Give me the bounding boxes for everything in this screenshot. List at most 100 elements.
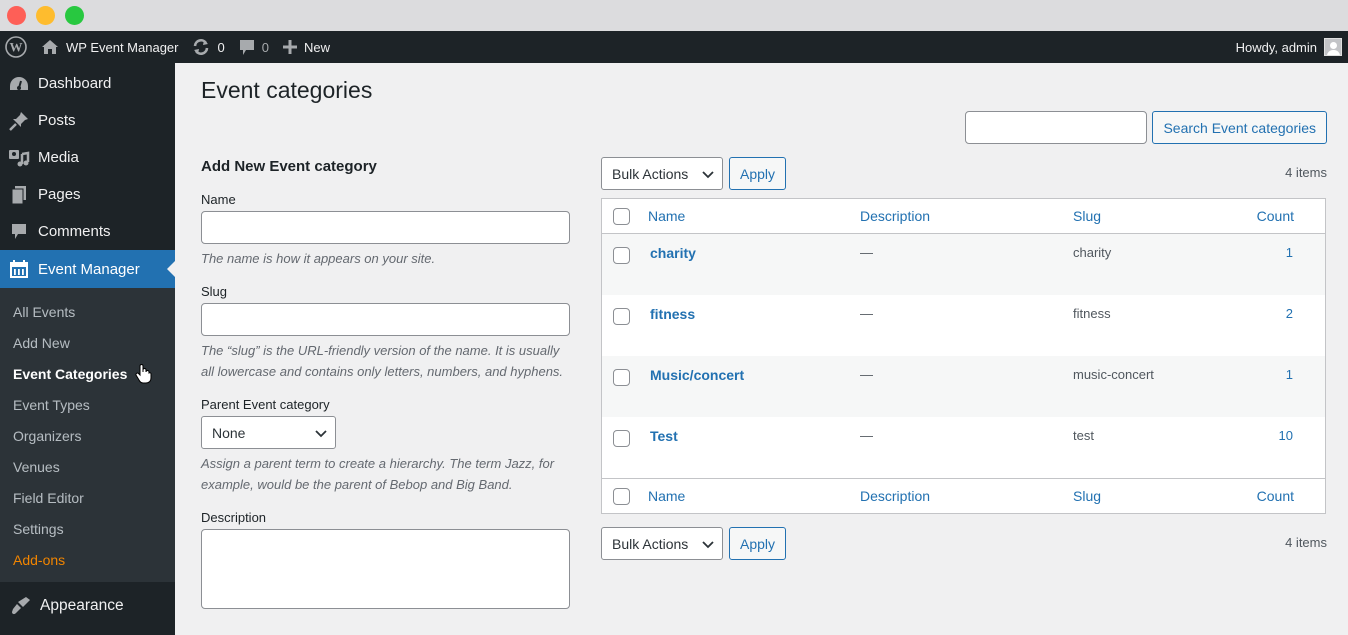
slug-label: Slug: [201, 284, 228, 299]
submenu-label: All Events: [13, 303, 76, 320]
row-checkbox[interactable]: [613, 308, 630, 325]
submenu-item-event-categories[interactable]: Event Categories: [0, 358, 175, 389]
site-name: WP Event Manager: [66, 39, 179, 55]
search-button[interactable]: Search Event categories: [1152, 111, 1327, 144]
sidebar-item-media[interactable]: Media: [0, 139, 175, 176]
comments-link[interactable]: 0: [232, 31, 276, 63]
wordpress-logo-button[interactable]: W: [0, 31, 34, 63]
submenu-label: Event Categories: [13, 365, 128, 382]
table-row: charity — charity 1: [602, 234, 1325, 295]
chevron-down-icon: [702, 166, 714, 182]
bulk-actions-label: Bulk Actions: [612, 165, 689, 182]
select-all-checkbox[interactable]: [613, 207, 630, 225]
category-name-link[interactable]: Test: [650, 428, 678, 444]
column-header-description[interactable]: Description: [860, 208, 930, 224]
row-checkbox[interactable]: [613, 369, 630, 386]
category-name-link[interactable]: Music/concert: [650, 367, 744, 383]
column-footer-slug[interactable]: Slug: [1073, 488, 1101, 504]
column-header-count[interactable]: Count: [1257, 208, 1294, 224]
column-footer-name[interactable]: Name: [648, 488, 685, 504]
tablenav-top: Bulk Actions Apply 4 items: [601, 157, 1327, 190]
submenu-item-organizers[interactable]: Organizers: [0, 420, 175, 451]
category-name-link[interactable]: charity: [650, 245, 696, 261]
submenu-label: Organizers: [13, 427, 82, 444]
submenu-label: Add-ons: [13, 551, 66, 568]
bulk-actions-select-bottom[interactable]: Bulk Actions: [601, 527, 723, 560]
parent-label: Parent Event category: [201, 397, 330, 412]
category-count-link[interactable]: 2: [1286, 306, 1293, 321]
bulk-actions-label: Bulk Actions: [612, 535, 689, 552]
category-name-link[interactable]: fitness: [650, 306, 695, 322]
parent-category-select[interactable]: None: [201, 416, 336, 449]
category-count-link[interactable]: 1: [1286, 367, 1293, 382]
row-checkbox[interactable]: [613, 247, 630, 264]
event-manager-submenu: All Events Add New Event Categories Even…: [0, 288, 175, 582]
chevron-down-icon: [315, 425, 327, 441]
column-footer-description[interactable]: Description: [860, 488, 930, 504]
apply-button[interactable]: Apply: [729, 157, 787, 190]
categories-list: Bulk Actions Apply 4 items Name Descript…: [601, 157, 1327, 560]
add-category-form: Add New Event category Name The name is …: [201, 158, 571, 624]
slug-hint: The “slug” is the URL-friendly version o…: [201, 343, 564, 379]
category-count-link[interactable]: 10: [1279, 428, 1293, 443]
parent-hint: Assign a parent term to create a hierarc…: [201, 456, 555, 492]
window-maximize-button[interactable]: [65, 6, 84, 25]
submenu-item-venues[interactable]: Venues: [0, 451, 175, 482]
name-input[interactable]: [201, 211, 570, 244]
search-input[interactable]: [965, 111, 1148, 144]
column-footer-count[interactable]: Count: [1257, 488, 1294, 504]
submenu-item-event-types[interactable]: Event Types: [0, 389, 175, 420]
comment-icon: [239, 39, 255, 56]
categories-table: Name Description Slug Count charity — ch…: [601, 198, 1326, 514]
hand-cursor-icon: [135, 363, 153, 385]
table-header: Name Description Slug Count: [602, 199, 1325, 234]
submenu-label: Add New: [13, 334, 70, 351]
new-content-link[interactable]: New: [276, 31, 337, 63]
column-header-slug[interactable]: Slug: [1073, 208, 1101, 224]
dashboard-icon: [8, 74, 30, 94]
table-row: Music/concert — music-concert 1: [602, 356, 1325, 417]
submenu-item-field-editor[interactable]: Field Editor: [0, 482, 175, 513]
wordpress-logo-icon: W: [5, 36, 27, 58]
search-box: Search Event categories: [965, 111, 1327, 144]
sidebar-item-posts[interactable]: Posts: [0, 102, 175, 139]
submenu-item-add-ons[interactable]: Add-ons: [0, 544, 175, 575]
updates-link[interactable]: 0: [185, 31, 231, 63]
category-description: —: [860, 428, 873, 443]
form-heading: Add New Event category: [201, 158, 377, 175]
category-slug: fitness: [1073, 306, 1111, 321]
description-textarea[interactable]: [201, 529, 570, 609]
sidebar-item-appearance[interactable]: Appearance: [0, 587, 175, 624]
sidebar-item-comments[interactable]: Comments: [0, 213, 175, 250]
window-close-button[interactable]: [7, 6, 26, 25]
plus-icon: [282, 40, 297, 54]
submenu-item-settings[interactable]: Settings: [0, 513, 175, 544]
bulk-actions-select[interactable]: Bulk Actions: [601, 157, 723, 190]
parent-field-group: Parent Event category None Assign a pare…: [201, 397, 571, 495]
greeting: Howdy, admin: [1235, 39, 1317, 55]
name-field-group: Name The name is how it appears on your …: [201, 192, 571, 269]
sidebar-item-pages[interactable]: Pages: [0, 176, 175, 213]
name-label: Name: [201, 192, 236, 207]
submenu-item-all-events[interactable]: All Events: [0, 296, 175, 327]
column-header-name[interactable]: Name: [648, 208, 685, 224]
row-checkbox[interactable]: [613, 430, 630, 447]
submenu-item-add-new[interactable]: Add New: [0, 327, 175, 358]
apply-button-bottom[interactable]: Apply: [729, 527, 787, 560]
category-slug: charity: [1073, 245, 1112, 260]
sidebar-item-label: Comments: [38, 223, 111, 240]
window-minimize-button[interactable]: [36, 6, 55, 25]
category-count-link[interactable]: 1: [1286, 245, 1293, 260]
site-name-link[interactable]: WP Event Manager: [34, 31, 185, 63]
select-all-checkbox-footer[interactable]: [613, 487, 630, 505]
sidebar-item-dashboard[interactable]: Dashboard: [0, 65, 175, 102]
sidebar-item-label: Posts: [38, 112, 76, 129]
sidebar-item-event-manager[interactable]: Event Manager: [0, 250, 175, 288]
my-account-link[interactable]: Howdy, admin: [1229, 31, 1348, 63]
slug-input[interactable]: [201, 303, 570, 336]
name-hint: The name is how it appears on your site.: [201, 251, 436, 266]
category-slug: test: [1073, 428, 1094, 443]
tablenav-bottom: Bulk Actions Apply 4 items: [601, 527, 1327, 560]
main-content: Event categories Search Event categories…: [175, 63, 1348, 635]
comment-icon: [8, 222, 30, 242]
